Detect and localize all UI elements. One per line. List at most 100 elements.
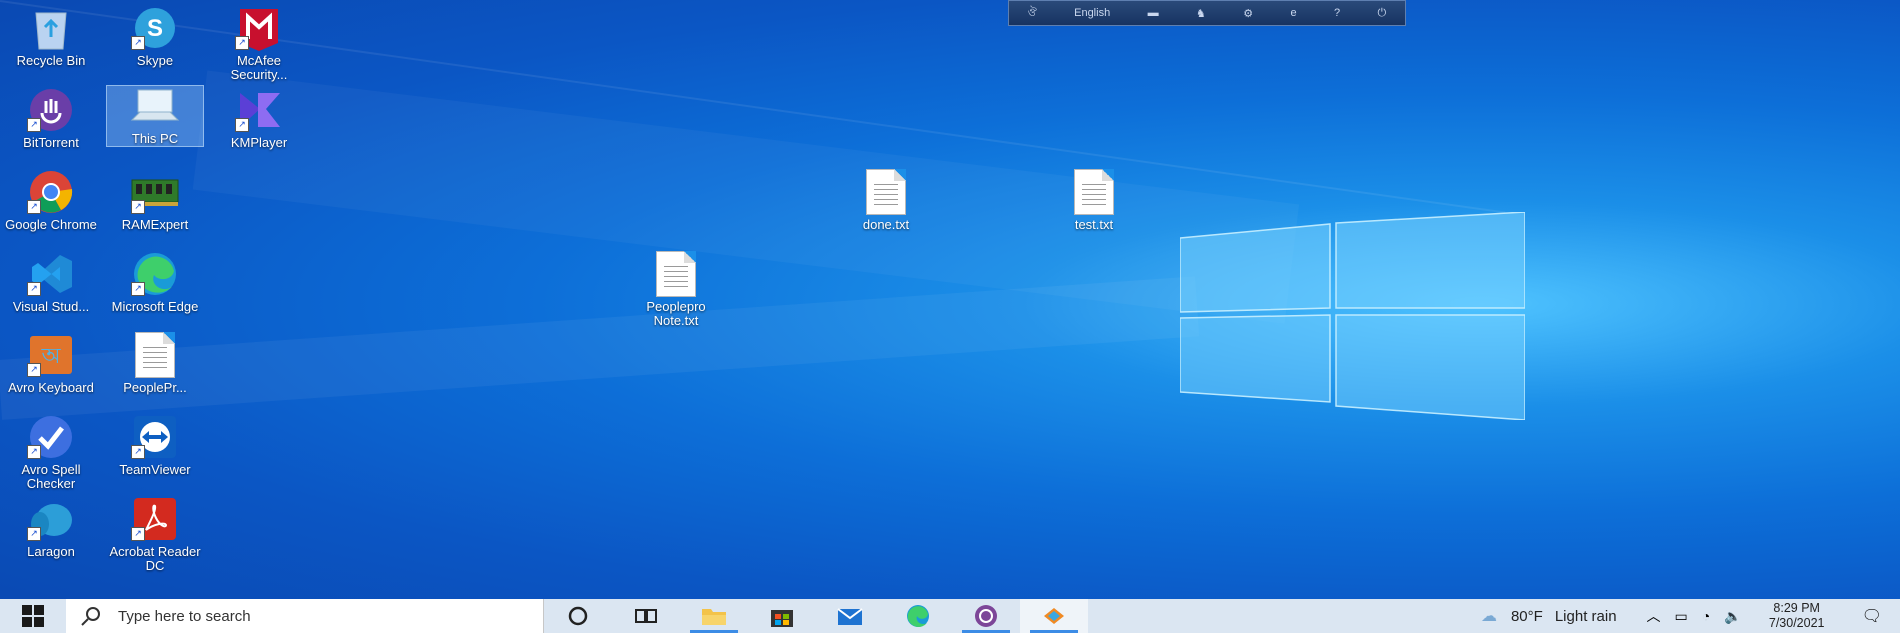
desktop-file-label: done.txt [862,217,910,232]
this-pc-icon [129,86,181,130]
app-icon [1044,608,1064,624]
desktop-icon-label: RAMExpert [121,217,189,232]
shortcut-arrow-icon: ↗ [27,200,41,214]
mouse-icon[interactable]: ♞ [1196,7,1206,20]
taskbar-search-box[interactable]: Type here to search [66,599,544,633]
help-icon[interactable]: ? [1334,7,1340,19]
clock[interactable]: 8:29 PM 7/30/2021 [1752,601,1842,631]
battery-icon[interactable]: ▭ [1675,608,1688,625]
skype-icon: S ↗ [129,4,181,52]
show-hidden-icons-chevron-icon[interactable]: ︿ [1647,606,1661,626]
desktop-file-test-txt[interactable]: test.txt [1046,168,1142,232]
shortcut-arrow-icon: ↗ [27,282,41,296]
taskbar: Type here to search ☁ 80°F Light rain ︿ … [0,599,1900,633]
taskbar-microsoft-store[interactable] [748,599,816,633]
taskbar-file-explorer[interactable] [680,599,748,633]
taskbar-mail[interactable] [816,599,884,633]
language-label[interactable]: English [1074,7,1110,19]
windows-logo-wallpaper [1180,212,1525,420]
desktop-icon-ramexpert[interactable]: ↗ RAMExpert [107,168,203,232]
start-button[interactable] [0,599,66,633]
shortcut-arrow-icon: ↗ [27,118,41,132]
desktop-icon-this-pc[interactable]: This PC [106,85,204,147]
desktop-icon-acrobat-reader[interactable]: ↗ Acrobat Reader DC [107,495,203,573]
desktop-icon-label: Skype [136,53,174,68]
language-bar[interactable]: ঔ English ▬ ♞ ⚙ e ? ⏻ [1008,0,1406,26]
shortcut-arrow-icon: ↗ [27,363,41,377]
taskbar-active-app[interactable] [1020,599,1088,633]
desktop-icon-kmplayer[interactable]: ↗ KMPlayer [211,86,307,150]
weather-cloud-icon[interactable]: ☁ [1481,606,1497,626]
desktop-icon-visual-studio-code[interactable]: ↗ Visual Stud... [3,250,99,314]
desktop-icon-label: Acrobat Reader DC [109,544,201,573]
desktop-icon-label: McAfee Security... [230,53,288,82]
system-tray: ☁ 80°F Light rain ︿ ▭ ◔ 🔈 8:29 PM 7/30/2… [1481,599,1900,633]
task-view-button[interactable] [612,599,680,633]
cortana-icon [568,606,588,626]
desktop-file-peoplepro-note-txt[interactable]: Peoplepro Note.txt [628,250,724,328]
windows-start-icon [22,605,44,627]
weather-description[interactable]: Light rain [1555,608,1617,625]
desktop-icon-label: Microsoft Edge [111,299,199,314]
shortcut-arrow-icon: ↗ [131,527,145,541]
desktop-icon-label: This PC [131,131,179,146]
shortcut-arrow-icon: ↗ [27,527,41,541]
cortana-button[interactable] [544,599,612,633]
desktop-icon-laragon[interactable]: ↗ Laragon [3,495,99,559]
taskbar-tor-browser[interactable] [952,599,1020,633]
svg-text:অ: অ [40,344,61,369]
file-explorer-icon [702,609,726,625]
power-icon[interactable]: ⏻ [1378,7,1387,20]
text-document-icon [650,250,702,298]
desktop-icon-google-chrome[interactable]: ↗ Google Chrome [3,168,99,232]
desktop-icon-recycle-bin[interactable]: Recycle Bin [3,4,99,68]
desktop-icon-teamviewer[interactable]: ↗ TeamViewer [107,413,203,477]
edge-icon[interactable]: e [1291,7,1297,19]
taskbar-edge[interactable] [884,599,952,633]
text-document-icon [1068,168,1120,216]
task-view-icon [635,609,657,623]
text-document-icon [860,168,912,216]
mcafee-icon: ↗ [233,4,285,52]
shortcut-arrow-icon: ↗ [27,445,41,459]
recycle-bin-icon [25,4,77,52]
search-placeholder[interactable]: Type here to search [118,608,251,625]
visual-studio-code-icon: ↗ [25,250,77,298]
desktop-icon-skype[interactable]: S ↗ Skype [107,4,203,68]
shortcut-arrow-icon: ↗ [131,282,145,296]
search-icon [81,607,100,626]
shortcut-arrow-icon: ↗ [235,118,249,132]
mail-icon [837,608,863,625]
desktop-file-label: test.txt [1074,217,1114,232]
acrobat-reader-icon: ↗ [129,495,181,543]
desktop-file-done-txt[interactable]: done.txt [838,168,934,232]
desktop-icon-label: Visual Stud... [12,299,90,314]
desktop-icon-microsoft-edge[interactable]: ↗ Microsoft Edge [107,250,203,314]
desktop-icon-peoplepro-shortcut[interactable]: PeoplePr... [107,331,203,395]
volume-icon[interactable]: 🔈 [1724,608,1741,625]
settings-icon[interactable]: ⚙ [1243,7,1253,20]
bittorrent-icon: ↗ [25,86,77,134]
teamviewer-icon: ↗ [129,413,181,461]
desktop-icon-label: Avro Spell Checker [21,462,81,491]
text-document-icon [129,331,181,379]
desktop-icon-avro-keyboard[interactable]: অ ↗ Avro Keyboard [3,331,99,395]
desktop-icon-bittorrent[interactable]: ↗ BitTorrent [3,86,99,150]
shortcut-arrow-icon: ↗ [235,36,249,50]
chrome-icon: ↗ [25,168,77,216]
microsoft-store-icon [771,610,793,627]
desktop: ঔ English ▬ ♞ ⚙ e ? ⏻ Recycle Bin ↗ BitT… [0,0,1900,599]
tor-browser-icon [975,605,997,627]
weather-temperature[interactable]: 80°F [1511,608,1543,625]
shortcut-arrow-icon: ↗ [131,200,145,214]
desktop-icon-avro-spell-checker[interactable]: ↗ Avro Spell Checker [3,413,99,491]
desktop-icon-label: KMPlayer [230,135,288,150]
wifi-icon[interactable]: ◔ [1702,608,1710,624]
desktop-icon-mcafee[interactable]: ↗ McAfee Security... [211,4,307,82]
desktop-icon-label: PeoplePr... [123,380,187,395]
avro-logo-icon[interactable]: ঔ [1028,4,1037,23]
desktop-icon-label: Google Chrome [5,217,97,232]
notifications-icon[interactable]: 🗨 [1862,606,1882,626]
avro-keyboard-icon: অ ↗ [25,331,77,379]
keyboard-layout-icon[interactable]: ▬ [1148,7,1159,19]
